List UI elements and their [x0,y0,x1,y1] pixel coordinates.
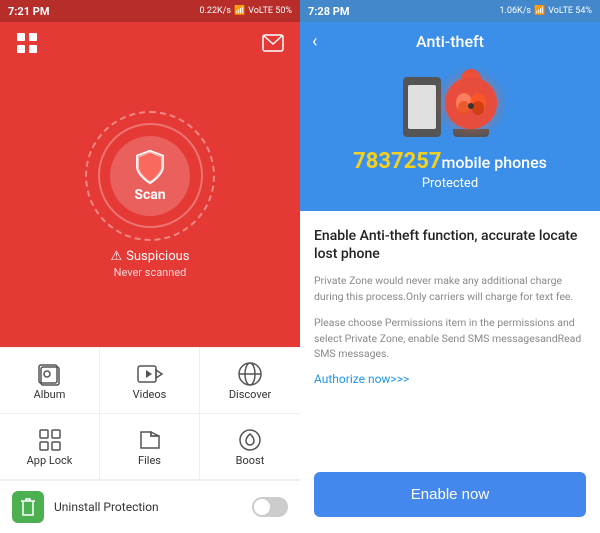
files-label: Files [138,454,161,467]
album-label: Album [34,388,66,401]
uninstall-protection-label: Uninstall Protection [54,500,242,514]
discover-icon [236,360,264,388]
uninstall-protection-toggle[interactable] [252,497,288,517]
bottom-bar: Uninstall Protection [0,480,300,533]
alarm-shape [445,77,497,129]
applock-label: App Lock [27,454,73,467]
scan-area: Scan ⚠ Suspicious Never scanned [0,68,300,347]
status-bar-left: 7:21 PM 0.22K/s 📶 VoLTE 50% [0,0,300,22]
right-signal-text: 1.06K/s [499,6,531,16]
antitheft-header: ‹ Anti-theft [300,22,600,61]
signal-text: 0.22K/s [199,6,231,16]
wifi-icon: 📶 [234,6,245,16]
scan-button[interactable]: Scan [110,136,190,216]
enable-btn-area: Enable now [300,462,600,533]
scan-label: Scan [134,187,165,203]
grid-item-album[interactable]: Album [0,348,100,414]
scan-circle-inner: Scan [98,123,203,228]
content-section: Enable Anti-theft function, accurate loc… [300,211,600,462]
top-nav [0,22,300,68]
videos-label: Videos [133,388,167,401]
count-number: 7837257 [353,149,441,174]
warning-icon: ⚠ [111,249,123,264]
files-icon [136,426,164,454]
left-panel: 7:21 PM 0.22K/s 📶 VoLTE 50% [0,0,300,533]
apps-grid-icon[interactable] [16,32,38,58]
grid-item-applock[interactable]: App Lock [0,414,100,480]
boost-label: Boost [236,454,265,467]
scan-circle-outer: Scan [85,111,215,241]
suspicious-text: ⚠ Suspicious [111,249,190,264]
count-suffix: mobile phones [441,153,546,172]
feature-grid: Album Videos Discover [0,347,300,480]
grid-item-videos[interactable]: Videos [100,348,200,414]
right-time: 7:28 PM [308,5,350,18]
grid-item-files[interactable]: Files [100,414,200,480]
alarm-base [453,129,489,137]
alarm-container [445,77,497,137]
grid-item-discover[interactable]: Discover [200,348,300,414]
phone-alarm-illustration [403,77,497,137]
never-scanned-text: Never scanned [111,266,190,279]
applock-icon [36,426,64,454]
volte-text: VoLTE 50% [248,6,292,16]
count-line: 7837257 mobile phones [353,149,547,174]
grid-item-boost[interactable]: Boost [200,414,300,480]
status-bar-right: 7:28 PM 1.06K/s 📶 VoLTE 54% [300,0,600,22]
hero-section: 7837257 mobile phones Protected [300,61,600,211]
album-icon [36,360,64,388]
left-status-icons: 0.22K/s 📶 VoLTE 50% [199,6,292,16]
right-panel: 7:28 PM 1.06K/s 📶 VoLTE 54% ‹ Anti-theft [300,0,600,533]
content-desc-1: Private Zone would never make any additi… [314,273,586,305]
uninstall-protection-icon [12,491,44,523]
boost-icon [236,426,264,454]
content-desc-2: Please choose Permissions item in the pe… [314,315,586,362]
back-button[interactable]: ‹ [312,31,317,52]
right-wifi-icon: 📶 [534,6,545,16]
mail-icon[interactable] [262,34,284,56]
authorize-link[interactable]: Authorize now>>> [314,372,586,386]
left-time: 7:21 PM [8,5,50,18]
discover-label: Discover [229,388,271,401]
phone-screen [408,85,436,129]
content-title: Enable Anti-theft function, accurate loc… [314,227,586,263]
phone-shape [403,77,441,137]
protected-label: Protected [422,176,478,191]
right-status-icons: 1.06K/s 📶 VoLTE 54% [499,6,592,16]
alarm-svg [455,88,487,118]
enable-now-button[interactable]: Enable now [314,472,586,517]
antitheft-title: Anti-theft [416,32,484,51]
video-icon [136,360,164,388]
right-volte-text: VoLTE 54% [548,6,592,16]
suspicious-area: ⚠ Suspicious Never scanned [111,241,190,295]
